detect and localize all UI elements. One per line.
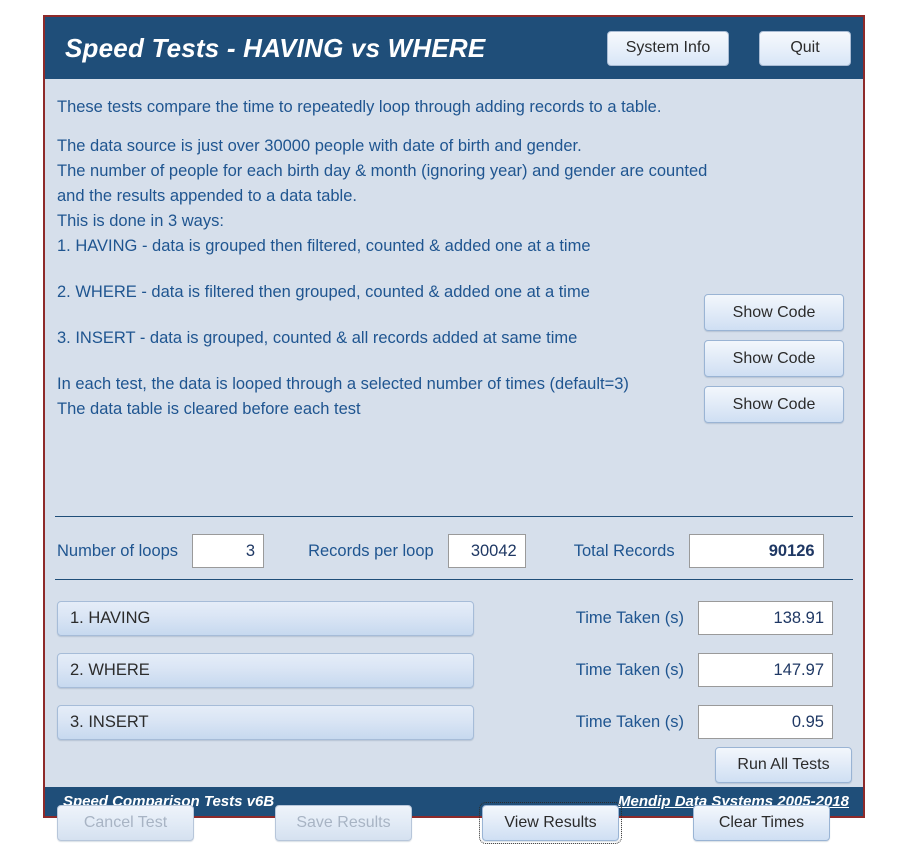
- description-line: These tests compare the time to repeated…: [57, 98, 662, 116]
- actions-row: Cancel Test Save Results View Results Cl…: [57, 802, 852, 844]
- time-taken-value-where: 147.97: [698, 653, 833, 687]
- time-taken-label: Time Taken (s): [575, 660, 684, 679]
- test-row: 1. HAVING Time Taken (s) 138.91: [57, 592, 852, 644]
- cancel-test-button[interactable]: Cancel Test: [57, 805, 194, 841]
- description-line-having: 1. HAVING - data is grouped then filtere…: [57, 237, 591, 255]
- run-all-tests-row: Run All Tests: [57, 747, 852, 783]
- page-title: Speed Tests - HAVING vs WHERE: [65, 32, 486, 63]
- counts-row: Number of loops 3 Records per loop 30042…: [57, 534, 852, 568]
- show-code-button-having[interactable]: Show Code: [704, 294, 844, 331]
- description-block: These tests compare the time to repeated…: [57, 99, 737, 426]
- system-info-button[interactable]: System Info: [607, 30, 729, 66]
- time-taken-label: Time Taken (s): [575, 608, 684, 627]
- description-line: This is done in 3 ways:: [57, 212, 224, 230]
- time-taken-label: Time Taken (s): [575, 712, 684, 731]
- description-line: The data table is cleared before each te…: [57, 400, 361, 418]
- description-line: and the results appended to a data table…: [57, 187, 357, 205]
- separator-line: [55, 516, 853, 517]
- records-per-loop-input[interactable]: 30042: [447, 534, 526, 568]
- quit-button[interactable]: Quit: [759, 30, 851, 66]
- application-form: Speed Tests - HAVING vs WHERE System Inf…: [43, 15, 865, 844]
- description-line-where: 2. WHERE - data is filtered then grouped…: [57, 283, 590, 301]
- description-line: The data source is just over 30000 peopl…: [57, 137, 582, 155]
- description-line-insert: 3. INSERT - data is grouped, counted & a…: [57, 329, 578, 347]
- records-per-loop-label: Records per loop: [308, 541, 434, 560]
- test-row: 3. INSERT Time Taken (s) 0.95: [57, 696, 852, 748]
- view-results-button[interactable]: View Results: [479, 802, 622, 844]
- run-test-button-insert[interactable]: 3. INSERT: [57, 704, 474, 740]
- total-records-value: 90126: [688, 534, 824, 568]
- test-rows: 1. HAVING Time Taken (s) 138.91 2. WHERE…: [57, 592, 852, 748]
- separator-line: [55, 794, 853, 795]
- run-test-button-having[interactable]: 1. HAVING: [57, 600, 474, 636]
- clear-times-button[interactable]: Clear Times: [693, 805, 830, 841]
- separator-line: [55, 579, 853, 580]
- run-all-tests-button[interactable]: Run All Tests: [715, 747, 852, 783]
- save-results-button[interactable]: Save Results: [275, 805, 412, 841]
- description-line: In each test, the data is looped through…: [57, 375, 629, 393]
- show-code-button-insert[interactable]: Show Code: [704, 386, 844, 423]
- number-of-loops-label: Number of loops: [57, 541, 179, 560]
- time-taken-value-insert: 0.95: [698, 705, 833, 739]
- test-row: 2. WHERE Time Taken (s) 147.97: [57, 644, 852, 696]
- form-header: Speed Tests - HAVING vs WHERE System Inf…: [45, 17, 863, 79]
- time-taken-value-having: 138.91: [698, 601, 833, 635]
- show-code-button-group: Show Code Show Code Show Code: [704, 294, 844, 432]
- run-test-button-where[interactable]: 2. WHERE: [57, 652, 474, 688]
- number-of-loops-input[interactable]: 3: [192, 534, 265, 568]
- show-code-button-where[interactable]: Show Code: [704, 340, 844, 377]
- form-body: These tests compare the time to repeated…: [45, 79, 863, 844]
- total-records-label: Total Records: [573, 541, 675, 560]
- description-line: The number of people for each birth day …: [57, 162, 708, 180]
- header-button-group: System Info Quit: [607, 30, 851, 66]
